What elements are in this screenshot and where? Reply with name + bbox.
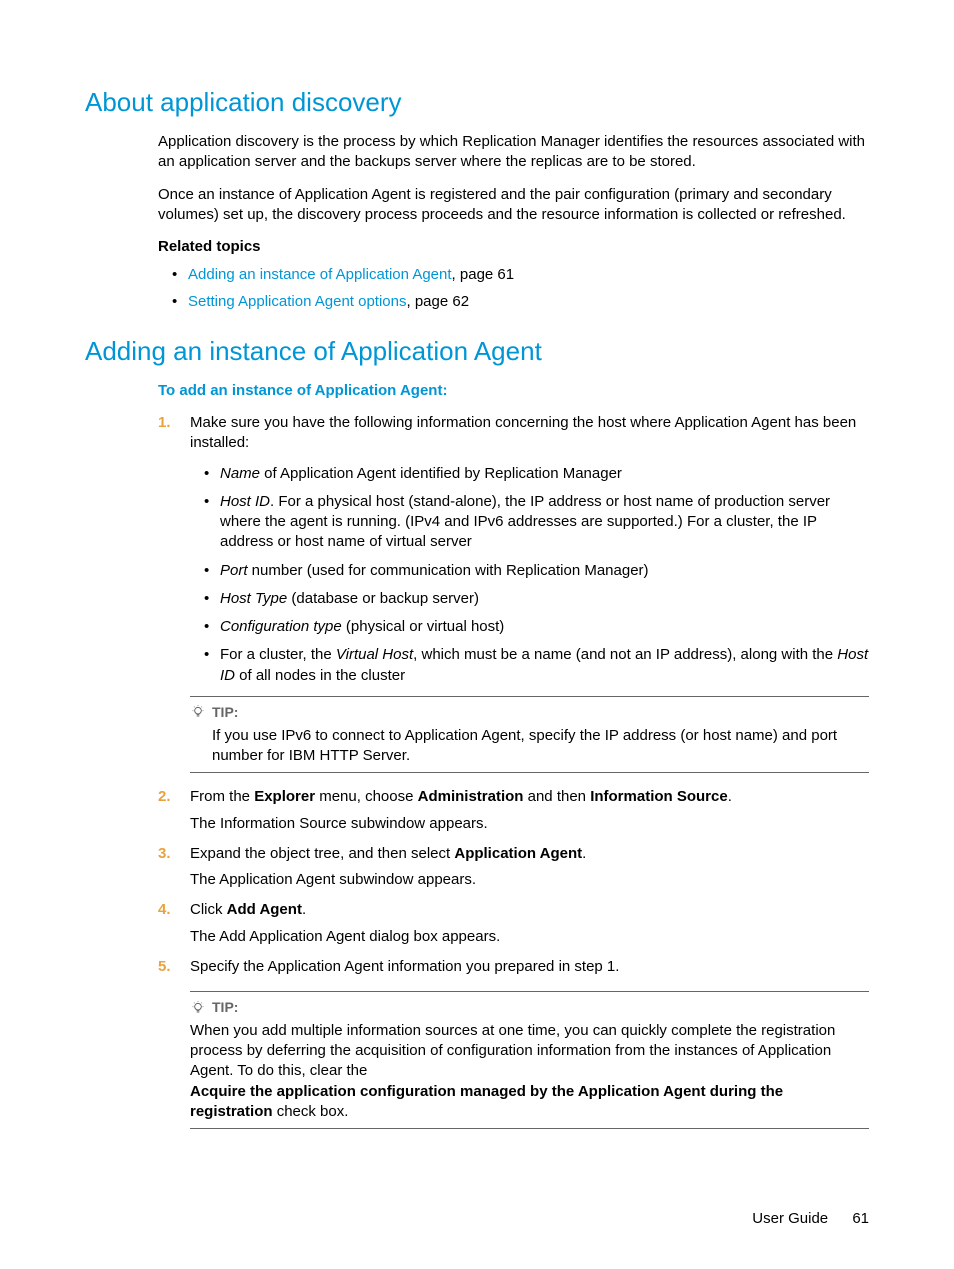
list-item: Adding an instance of Application Agent,… bbox=[158, 265, 869, 285]
span-text: (database or backup server) bbox=[287, 590, 479, 607]
tip-box: TIP: If you use IPv6 to connect to Appli… bbox=[190, 696, 869, 773]
span-text: From the bbox=[190, 788, 254, 805]
bold-text: Administration bbox=[418, 788, 524, 805]
page-footer: User Guide 61 bbox=[85, 1209, 869, 1229]
section-heading-adding: Adding an instance of Application Agent bbox=[85, 334, 869, 369]
tip-label: TIP: bbox=[212, 703, 238, 722]
divider bbox=[190, 772, 869, 773]
bold-text: Explorer bbox=[254, 788, 315, 805]
list-item: Configuration type (physical or virtual … bbox=[190, 617, 869, 637]
span-text: number (used for communication with Repl… bbox=[248, 562, 649, 579]
step-result: The Information Source subwindow appears… bbox=[190, 814, 869, 834]
span-text: and then bbox=[523, 788, 590, 805]
span-text: , which must be a name (and not an IP ad… bbox=[413, 646, 837, 663]
step-item: From the Explorer menu, choose Administr… bbox=[158, 787, 869, 834]
section-heading-about: About application discovery bbox=[85, 85, 869, 120]
span-text: When you add multiple information source… bbox=[190, 1022, 835, 1080]
em-text: Host ID bbox=[220, 493, 270, 510]
paragraph: Application discovery is the process by … bbox=[158, 132, 869, 173]
span-text: For a cluster, the bbox=[220, 646, 336, 663]
list-item: Port number (used for communication with… bbox=[190, 561, 869, 581]
lightbulb-icon bbox=[190, 704, 206, 720]
sub-list: Name of Application Agent identified by … bbox=[190, 464, 869, 686]
divider bbox=[190, 696, 869, 697]
steps-list: Make sure you have the following informa… bbox=[158, 413, 869, 1129]
tip-label: TIP: bbox=[212, 998, 238, 1017]
list-item: Setting Application Agent options, page … bbox=[158, 292, 869, 312]
related-link[interactable]: Setting Application Agent options bbox=[188, 293, 407, 310]
list-item: For a cluster, the Virtual Host, which m… bbox=[190, 645, 869, 686]
related-topics-list: Adding an instance of Application Agent,… bbox=[158, 265, 869, 312]
span-text: menu, choose bbox=[315, 788, 418, 805]
lightbulb-icon bbox=[190, 1000, 206, 1016]
bold-text: Information Source bbox=[590, 788, 728, 805]
page-number: 61 bbox=[852, 1209, 869, 1229]
span-text: Expand the object tree, and then select bbox=[190, 845, 454, 862]
footer-label: User Guide bbox=[752, 1210, 828, 1227]
related-suffix: , page 61 bbox=[452, 266, 515, 283]
span-text: . bbox=[728, 788, 732, 805]
span-text: . For a physical host (stand-alone), the… bbox=[220, 493, 830, 551]
bold-text: Application Agent bbox=[454, 845, 582, 862]
em-text: Port bbox=[220, 562, 248, 579]
list-item: Host ID. For a physical host (stand-alon… bbox=[190, 492, 869, 553]
tip-box: TIP: When you add multiple information s… bbox=[190, 991, 869, 1129]
tip-body: If you use IPv6 to connect to Applicatio… bbox=[212, 726, 869, 767]
step-item: Specify the Application Agent informatio… bbox=[158, 957, 869, 1129]
span-text: . bbox=[582, 845, 586, 862]
step-text: Specify the Application Agent informatio… bbox=[190, 958, 619, 975]
span-text: . bbox=[302, 901, 306, 918]
span-text: check box. bbox=[277, 1103, 349, 1120]
span-text: of Application Agent identified by Repli… bbox=[260, 465, 622, 482]
em-text: Host Type bbox=[220, 590, 287, 607]
span-text: Click bbox=[190, 901, 227, 918]
divider bbox=[190, 991, 869, 992]
related-link[interactable]: Adding an instance of Application Agent bbox=[188, 266, 452, 283]
paragraph: Once an instance of Application Agent is… bbox=[158, 185, 869, 226]
em-text: Configuration type bbox=[220, 618, 342, 635]
procedure-heading: To add an instance of Application Agent: bbox=[158, 381, 869, 401]
step-item: Make sure you have the following informa… bbox=[158, 413, 869, 773]
span-text: of all nodes in the cluster bbox=[235, 667, 405, 684]
step-text: Make sure you have the following informa… bbox=[190, 414, 856, 451]
related-topics-heading: Related topics bbox=[158, 237, 869, 257]
list-item: Name of Application Agent identified by … bbox=[190, 464, 869, 484]
span-text: (physical or virtual host) bbox=[342, 618, 505, 635]
em-text: Name bbox=[220, 465, 260, 482]
list-item: Host Type (database or backup server) bbox=[190, 589, 869, 609]
step-result: The Add Application Agent dialog box app… bbox=[190, 927, 869, 947]
step-item: Expand the object tree, and then select … bbox=[158, 844, 869, 891]
step-result: The Application Agent subwindow appears. bbox=[190, 870, 869, 890]
step-item: Click Add Agent. The Add Application Age… bbox=[158, 900, 869, 947]
em-text: Virtual Host bbox=[336, 646, 413, 663]
bold-text: Add Agent bbox=[227, 901, 302, 918]
divider bbox=[190, 1128, 869, 1129]
related-suffix: , page 62 bbox=[407, 293, 470, 310]
tip-body: When you add multiple information source… bbox=[190, 1021, 869, 1122]
